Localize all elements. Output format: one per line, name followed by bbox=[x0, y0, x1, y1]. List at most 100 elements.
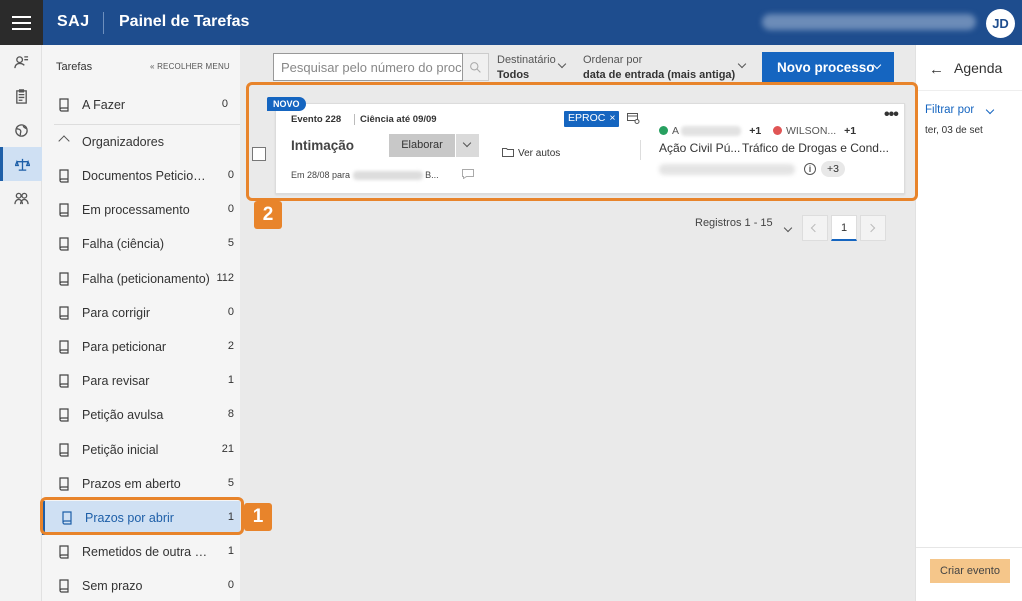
rail-clipboard-icon[interactable] bbox=[0, 79, 42, 113]
book-icon bbox=[59, 271, 69, 286]
sidebar-item-count: 0 bbox=[227, 169, 234, 181]
filter-dropdown[interactable]: Filtrar por bbox=[925, 104, 995, 116]
sidebar-item-count: 0 bbox=[227, 579, 234, 592]
agenda-panel: ← Agenda Filtrar por ter, 03 de set Cria… bbox=[915, 45, 1022, 601]
page-size-chevron-icon[interactable] bbox=[783, 223, 793, 233]
sidebar-item-count: 0 bbox=[221, 98, 228, 110]
sidebar-item-a-fazer[interactable]: A Fazer 0 bbox=[42, 88, 240, 122]
sidebar-item[interactable]: Falha (peticionamento) 112 bbox=[42, 262, 240, 296]
sidebar-item-label: Em processamento bbox=[82, 203, 190, 218]
book-icon bbox=[59, 340, 69, 354]
sidebar-item[interactable]: Petição inicial 21 bbox=[42, 433, 240, 467]
search-button[interactable] bbox=[463, 53, 489, 81]
search-input[interactable]: Pesquisar pelo número do processo bbox=[273, 53, 463, 81]
records-label: Registros 1 - 15 bbox=[695, 217, 773, 229]
back-arrow-icon[interactable]: ← bbox=[929, 61, 944, 78]
callout-box-1 bbox=[40, 497, 244, 535]
sort-value: data de entrada (mais antiga) bbox=[583, 69, 736, 81]
sidebar-item-label: Falha (ciência) bbox=[82, 237, 164, 252]
chevron-down-icon bbox=[737, 59, 747, 69]
filter-label: Filtrar por bbox=[925, 104, 975, 116]
book-icon bbox=[59, 442, 69, 457]
rail-scale-icon[interactable] bbox=[0, 147, 42, 181]
sidebar-item-label: Petição inicial bbox=[82, 442, 159, 457]
sidebar-item[interactable]: Documentos Peticionados 0 bbox=[42, 159, 240, 193]
sidebar-item[interactable]: Para corrigir 0 bbox=[42, 296, 240, 330]
sort-label: Ordenar por bbox=[583, 54, 643, 66]
person-search-icon bbox=[13, 55, 28, 68]
next-page-button[interactable] bbox=[860, 215, 886, 241]
user-name-blurred bbox=[762, 14, 976, 30]
create-event-button[interactable]: Criar evento bbox=[930, 559, 1010, 583]
sidebar-item[interactable]: Sem prazo 0 bbox=[42, 569, 240, 601]
top-bar: SAJ Painel de Tarefas JD bbox=[0, 0, 1022, 45]
scale-icon bbox=[15, 158, 30, 171]
prev-page-button[interactable] bbox=[802, 215, 828, 241]
group-label: Organizadores bbox=[82, 135, 164, 149]
collapse-menu-button[interactable]: « RECOLHER MENU bbox=[150, 62, 230, 71]
chevron-down-icon bbox=[985, 105, 995, 115]
sidebar-item[interactable]: Falha (ciência) 5 bbox=[42, 227, 240, 261]
new-process-button[interactable]: Novo processo bbox=[762, 52, 894, 82]
sidebar-item-count: 1 bbox=[227, 545, 234, 558]
callout-number-1: 1 bbox=[244, 503, 272, 531]
sidebar-item[interactable]: Em processamento 0 bbox=[42, 193, 240, 227]
sidebar-item-label: Documentos Peticionados bbox=[82, 169, 210, 183]
sidebar-item-count: 5 bbox=[227, 476, 234, 489]
page-1-button[interactable]: 1 bbox=[831, 215, 857, 241]
recipient-value: Todos bbox=[497, 69, 530, 81]
header-divider bbox=[103, 12, 104, 34]
chevron-down-icon bbox=[557, 59, 567, 69]
chevron-right-icon bbox=[866, 223, 876, 233]
sidebar-item-count: 112 bbox=[216, 271, 234, 284]
search-icon bbox=[470, 62, 481, 73]
callout-box-2 bbox=[246, 82, 918, 201]
sidebar-item-count: 5 bbox=[227, 237, 234, 250]
clipboard-icon bbox=[15, 88, 27, 104]
agenda-title: Agenda bbox=[954, 60, 1003, 76]
sidebar-item-count: 8 bbox=[227, 408, 234, 421]
callout-number-2: 2 bbox=[254, 201, 282, 229]
brand-logo: SAJ bbox=[57, 13, 90, 30]
sidebar-item[interactable]: Remetidos de outra DP 1 bbox=[42, 535, 240, 569]
book-icon bbox=[59, 374, 69, 388]
book-icon bbox=[59, 203, 69, 217]
divider bbox=[916, 547, 1022, 548]
book-icon bbox=[59, 98, 69, 112]
sidebar-item-label: Para peticionar bbox=[82, 340, 167, 354]
sidebar-item-label: Para corrigir bbox=[82, 305, 151, 320]
sidebar-item-label: A Fazer bbox=[82, 98, 126, 112]
agenda-date: ter, 03 de set bbox=[925, 125, 983, 136]
rail-globe-icon[interactable] bbox=[0, 113, 42, 147]
chevron-left-icon bbox=[810, 223, 820, 233]
book-icon bbox=[59, 579, 69, 593]
book-icon bbox=[59, 408, 69, 422]
sidebar-item-label: Petição avulsa bbox=[82, 408, 164, 423]
book-icon bbox=[59, 306, 69, 320]
sidebar-item-label: Prazos em aberto bbox=[82, 476, 181, 491]
chevron-up-icon bbox=[58, 135, 70, 147]
group-icon bbox=[13, 192, 29, 204]
sidebar-item[interactable]: Para peticionar 2 bbox=[42, 330, 240, 364]
sidebar-item[interactable]: Prazos em aberto 5 bbox=[42, 467, 240, 501]
sidebar-item-count: 21 bbox=[221, 442, 234, 455]
rail-people-icon[interactable] bbox=[0, 45, 42, 79]
recipient-label: Destinatário bbox=[497, 54, 556, 66]
icon-rail bbox=[0, 45, 42, 601]
avatar[interactable]: JD bbox=[986, 9, 1015, 38]
book-icon bbox=[59, 237, 69, 251]
new-process-label: Novo processo bbox=[777, 60, 875, 75]
sidebar-item-label: Para revisar bbox=[82, 374, 150, 389]
sidebar-item[interactable]: Para revisar 1 bbox=[42, 364, 240, 398]
hamburger-menu-icon[interactable] bbox=[0, 0, 43, 45]
sidebar-section-title: Tarefas bbox=[56, 61, 93, 73]
globe-icon bbox=[14, 123, 28, 137]
book-icon bbox=[59, 169, 69, 183]
sidebar-item-count: 0 bbox=[227, 305, 234, 318]
organizadores-group-toggle[interactable]: Organizadores bbox=[42, 125, 240, 159]
book-icon bbox=[59, 545, 69, 559]
sidebar-item-label: Falha (peticionamento) bbox=[82, 271, 210, 286]
sidebar-item[interactable]: Petição avulsa 8 bbox=[42, 398, 240, 432]
rail-group-icon[interactable] bbox=[0, 181, 42, 215]
divider bbox=[916, 90, 1022, 91]
